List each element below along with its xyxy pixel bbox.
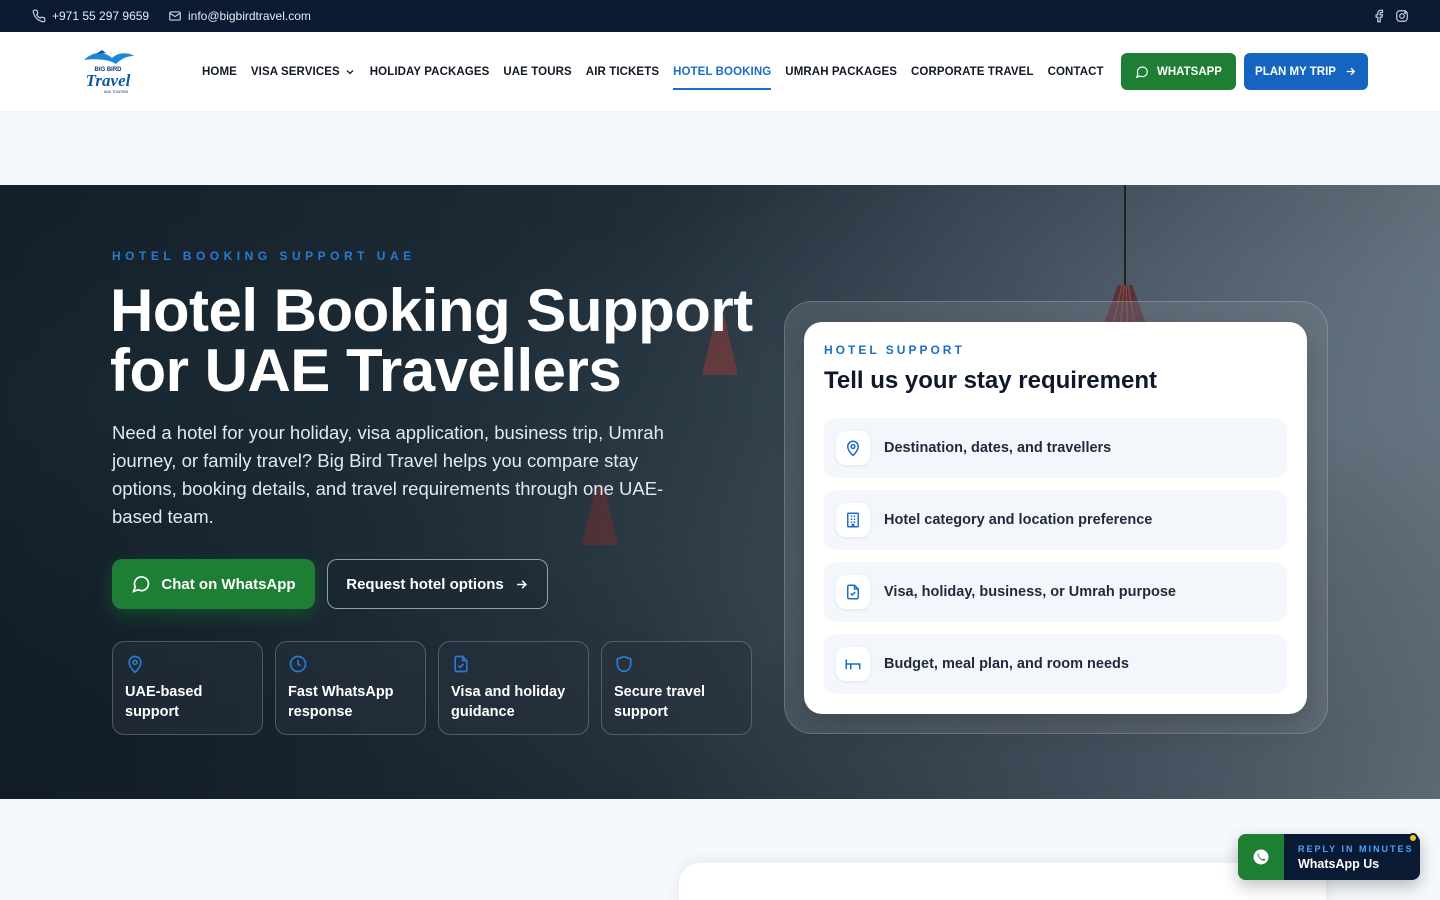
request-hotel-options-label: Request hotel options bbox=[346, 575, 504, 593]
hero-description: Need a hotel for your holiday, visa appl… bbox=[112, 422, 664, 527]
chat-on-whatsapp-label: Chat on WhatsApp bbox=[161, 575, 296, 593]
hero-title-line2: for UAE Travellers bbox=[110, 337, 622, 404]
clock-icon bbox=[289, 655, 307, 673]
intro-card bbox=[678, 862, 1327, 900]
requirement-label: Budget, meal plan, and room needs bbox=[884, 656, 1129, 672]
plan-my-trip-button[interactable]: PLAN MY TRIP bbox=[1244, 53, 1368, 90]
nav-home-label: HOME bbox=[202, 66, 237, 78]
arrow-right-icon bbox=[1346, 67, 1356, 76]
feature-label: Fast WhatsApp response bbox=[288, 684, 394, 720]
chat-bubble-icon bbox=[1135, 65, 1148, 78]
feature-fast-whatsapp-response: Fast WhatsApp response bbox=[275, 641, 426, 735]
nav-home[interactable]: HOME bbox=[202, 66, 237, 78]
chat-bubble-icon bbox=[132, 576, 150, 593]
logo-line2: Travel bbox=[86, 71, 131, 90]
big-bird-travel-logo[interactable]: BIG BIRD Travel AND TOURISM bbox=[76, 46, 140, 98]
whatsapp-button[interactable]: WHATSAPP bbox=[1121, 53, 1236, 90]
phone-number: +971 55 297 9659 bbox=[52, 9, 150, 23]
requirement-item: Destination, dates, and travellers bbox=[824, 418, 1287, 478]
top-contact-bar: +971 55 297 9659 info@bigbirdtravel.com bbox=[0, 0, 1440, 32]
feature-label: Secure travel support bbox=[614, 684, 706, 720]
requirement-icon-box bbox=[836, 503, 870, 537]
whatsapp-float-title: WhatsApp Us bbox=[1298, 856, 1380, 871]
hero-title-line1: Hotel Booking Support bbox=[110, 277, 753, 344]
chat-on-whatsapp-button[interactable]: Chat on WhatsApp bbox=[112, 559, 315, 609]
whatsapp-float-texts: REPLY IN MINUTES WhatsApp Us bbox=[1298, 844, 1414, 871]
requirement-label: Visa, holiday, business, or Umrah purpos… bbox=[884, 584, 1176, 600]
requirement-label: Hotel category and location preference bbox=[884, 512, 1153, 528]
whatsapp-icon-box bbox=[1238, 834, 1284, 880]
nav-contact-label: CONTACT bbox=[1047, 66, 1104, 78]
requirement-icon-box bbox=[836, 647, 870, 681]
nav-holiday-packages-label: HOLIDAY PACKAGES bbox=[369, 66, 490, 78]
hero-eyebrow: HOTEL BOOKING SUPPORT UAE bbox=[112, 249, 416, 263]
feature-label: Visa and holiday guidance bbox=[451, 684, 566, 720]
whatsapp-button-label: WHATSAPP bbox=[1157, 65, 1222, 78]
nav-air-tickets-label: AIR TICKETS bbox=[585, 66, 660, 78]
hero-title: Hotel Booking Support for UAE Travellers bbox=[110, 281, 770, 401]
feature-visa-holiday-guidance: Visa and holiday guidance bbox=[438, 641, 589, 735]
feature-uae-based-support: UAE-based support bbox=[112, 641, 263, 735]
feature-label: UAE-based support bbox=[125, 684, 203, 720]
nav-hotel-booking-label: HOTEL BOOKING bbox=[673, 66, 772, 78]
logo-line3: AND TOURISM bbox=[104, 90, 128, 94]
requirement-label: Destination, dates, and travellers bbox=[884, 440, 1112, 456]
document-check-icon bbox=[847, 584, 859, 600]
support-card-title: Tell us your stay requirement bbox=[824, 367, 1157, 394]
support-card-eyebrow: HOTEL SUPPORT bbox=[824, 343, 965, 357]
nav-umrah-packages-label: UMRAH PACKAGES bbox=[785, 66, 898, 78]
plan-my-trip-label: PLAN MY TRIP bbox=[1255, 65, 1336, 78]
feature-secure-travel-support: Secure travel support bbox=[601, 641, 752, 735]
main-nav: HOME VISA SERVICES HOLIDAY PACKAGES UAE … bbox=[202, 32, 1104, 112]
chevron-down-icon bbox=[346, 70, 354, 75]
requirement-item: Budget, meal plan, and room needs bbox=[824, 634, 1287, 694]
phone-contact[interactable]: +971 55 297 9659 bbox=[32, 0, 149, 32]
nav-hotel-booking[interactable]: HOTEL BOOKING bbox=[673, 66, 772, 90]
email-address: info@bigbirdtravel.com bbox=[188, 9, 311, 23]
nav-visa-services-label: VISA SERVICES bbox=[250, 66, 340, 78]
mail-icon bbox=[169, 11, 181, 21]
nav-uae-tours[interactable]: UAE TOURS bbox=[503, 66, 571, 78]
location-pin-icon bbox=[128, 655, 142, 674]
hero-section: HOTEL BOOKING SUPPORT UAE Hotel Booking … bbox=[0, 185, 1440, 799]
site-header: BIG BIRD Travel AND TOURISM HOME VISA SE… bbox=[0, 32, 1440, 112]
phone-icon bbox=[32, 9, 46, 23]
notification-dot bbox=[1408, 833, 1418, 843]
building-icon bbox=[847, 512, 859, 528]
requirement-icon-box bbox=[836, 431, 870, 465]
whatsapp-icon bbox=[1253, 849, 1269, 865]
hotel-support-card: HOTEL SUPPORT Tell us your stay requirem… bbox=[804, 322, 1307, 714]
nav-umrah-packages[interactable]: UMRAH PACKAGES bbox=[785, 66, 897, 78]
nav-visa-services[interactable]: VISA SERVICES bbox=[251, 66, 356, 78]
whatsapp-float-subtitle: REPLY IN MINUTES bbox=[1298, 843, 1414, 854]
nav-contact[interactable]: CONTACT bbox=[1048, 66, 1104, 78]
nav-uae-tours-label: UAE TOURS bbox=[503, 66, 572, 78]
request-hotel-options-button[interactable]: Request hotel options bbox=[327, 559, 548, 609]
bed-icon bbox=[845, 659, 861, 670]
arrow-right-icon bbox=[516, 579, 527, 589]
nav-corporate-travel-label: CORPORATE TRAVEL bbox=[911, 66, 1034, 78]
requirement-item: Visa, holiday, business, or Umrah purpos… bbox=[824, 562, 1287, 622]
hero-content: HOTEL BOOKING SUPPORT UAE Hotel Booking … bbox=[0, 185, 1440, 799]
document-icon bbox=[454, 655, 468, 673]
facebook-icon[interactable] bbox=[1372, 9, 1386, 23]
requirement-item: Hotel category and location preference bbox=[824, 490, 1287, 550]
requirement-icon-box bbox=[836, 575, 870, 609]
whatsapp-floating-button[interactable]: REPLY IN MINUTES WhatsApp Us bbox=[1238, 833, 1420, 880]
nav-air-tickets[interactable]: AIR TICKETS bbox=[586, 66, 659, 78]
nav-holiday-packages[interactable]: HOLIDAY PACKAGES bbox=[370, 66, 490, 78]
instagram-icon[interactable] bbox=[1395, 9, 1409, 23]
nav-corporate-travel[interactable]: CORPORATE TRAVEL bbox=[911, 66, 1034, 78]
shield-icon bbox=[616, 655, 632, 673]
email-contact[interactable]: info@bigbirdtravel.com bbox=[168, 0, 311, 32]
location-pin-icon bbox=[846, 440, 860, 457]
